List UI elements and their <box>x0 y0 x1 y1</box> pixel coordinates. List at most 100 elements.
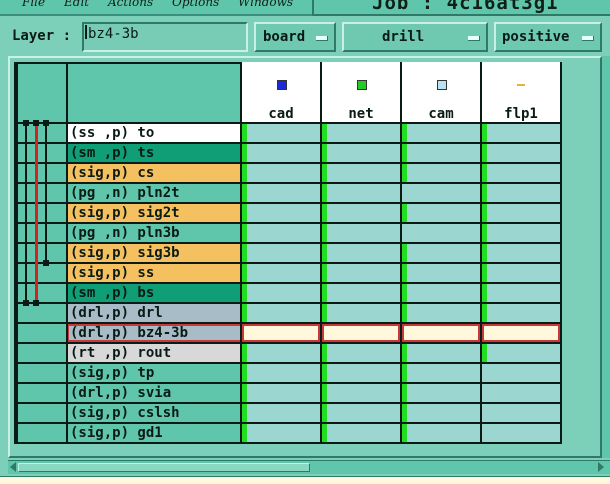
matrix-cell[interactable] <box>322 204 400 222</box>
matrix-cell[interactable] <box>242 244 320 262</box>
matrix-cell[interactable] <box>402 284 480 302</box>
layer-name-cell[interactable]: (sig,p) sig2t <box>67 204 244 222</box>
scroll-left-icon[interactable] <box>10 462 16 472</box>
matrix-cell[interactable] <box>322 424 400 442</box>
matrix-cell[interactable] <box>242 324 320 342</box>
matrix-cell[interactable] <box>402 124 480 142</box>
matrix-cell[interactable] <box>242 364 320 382</box>
matrix-cell[interactable] <box>322 384 400 402</box>
matrix-cell[interactable] <box>242 404 320 422</box>
matrix-cell[interactable] <box>402 364 480 382</box>
matrix-cell[interactable] <box>482 424 560 442</box>
matrix-cell[interactable] <box>242 424 320 442</box>
matrix-cell[interactable] <box>482 364 560 382</box>
column-header[interactable]: net <box>322 62 400 122</box>
matrix-cell[interactable] <box>402 144 480 162</box>
matrix-cell[interactable] <box>322 364 400 382</box>
scroll-right-icon[interactable] <box>598 462 604 472</box>
grid-line <box>16 142 562 144</box>
layer-active-marker <box>322 364 327 382</box>
layer-name-cell[interactable]: (sig,p) gd1 <box>67 424 244 442</box>
matrix-cell[interactable] <box>242 224 320 242</box>
layer-name-cell[interactable]: (sm ,p) ts <box>67 144 244 162</box>
matrix-cell[interactable] <box>482 244 560 262</box>
matrix-cell[interactable] <box>322 304 400 322</box>
matrix-cell[interactable] <box>242 264 320 282</box>
layer-name-cell[interactable]: (drl,p) drl <box>67 304 244 322</box>
matrix-cell[interactable] <box>482 264 560 282</box>
matrix-cell[interactable] <box>482 284 560 302</box>
grid-line <box>16 182 562 184</box>
matrix-cell[interactable] <box>322 404 400 422</box>
layer-name-cell[interactable]: (pg ,n) pln2t <box>67 184 244 202</box>
matrix-cell[interactable] <box>242 164 320 182</box>
layer-name-cell[interactable]: (sig,p) cs <box>67 164 244 182</box>
matrix-cell[interactable] <box>322 164 400 182</box>
vertical-scrollbar[interactable] <box>602 56 610 458</box>
matrix-cell[interactable] <box>402 424 480 442</box>
matrix-cell[interactable] <box>242 184 320 202</box>
matrix-cell[interactable] <box>482 304 560 322</box>
layer-input[interactable]: bz4-3b <box>82 22 248 52</box>
matrix-cell[interactable] <box>322 324 400 342</box>
matrix-cell[interactable] <box>402 164 480 182</box>
layer-name-cell[interactable]: (ss ,p) to <box>67 124 244 142</box>
board-dropdown[interactable]: board <box>254 22 336 52</box>
matrix-cell[interactable] <box>402 324 480 342</box>
layer-name-cell[interactable]: (sig,p) sig3b <box>67 244 244 262</box>
matrix-cell[interactable] <box>402 304 480 322</box>
menu-edit[interactable]: Edit <box>64 0 89 9</box>
matrix-cell[interactable] <box>322 124 400 142</box>
horizontal-scroll-thumb[interactable] <box>18 463 310 472</box>
matrix-cell[interactable] <box>322 144 400 162</box>
menu-file[interactable]: File <box>22 0 45 9</box>
matrix-cell[interactable] <box>402 264 480 282</box>
matrix-cell[interactable] <box>322 244 400 262</box>
matrix-cell[interactable] <box>242 284 320 302</box>
matrix-cell[interactable] <box>402 344 480 362</box>
matrix-cell[interactable] <box>482 204 560 222</box>
column-header[interactable]: flp1 <box>482 62 560 122</box>
column-header[interactable]: cad <box>242 62 320 122</box>
matrix-cell[interactable] <box>402 404 480 422</box>
matrix-cell[interactable] <box>242 124 320 142</box>
matrix-cell[interactable] <box>482 404 560 422</box>
matrix-cell[interactable] <box>482 224 560 242</box>
matrix-cell[interactable] <box>482 184 560 202</box>
matrix-cell[interactable] <box>482 124 560 142</box>
matrix-cell[interactable] <box>322 224 400 242</box>
matrix-cell[interactable] <box>322 264 400 282</box>
layer-name-cell[interactable]: (pg ,n) pln3b <box>67 224 244 242</box>
drill-dropdown[interactable]: drill <box>342 22 488 52</box>
matrix-cell[interactable] <box>242 344 320 362</box>
matrix-cell[interactable] <box>482 344 560 362</box>
layer-name-cell[interactable]: (sig,p) cslsh <box>67 404 244 422</box>
matrix-cell[interactable] <box>482 164 560 182</box>
matrix-cell[interactable] <box>322 284 400 302</box>
matrix-cell[interactable] <box>482 324 560 342</box>
matrix-cell[interactable] <box>402 184 480 202</box>
matrix-cell[interactable] <box>402 384 480 402</box>
layer-name-cell[interactable]: (sm ,p) bs <box>67 284 244 302</box>
matrix-cell[interactable] <box>402 244 480 262</box>
matrix-cell[interactable] <box>482 144 560 162</box>
layer-name-cell[interactable]: (drl,p) bz4-3b <box>67 324 244 342</box>
matrix-cell[interactable] <box>482 384 560 402</box>
matrix-cell[interactable] <box>242 144 320 162</box>
matrix-cell[interactable] <box>402 224 480 242</box>
matrix-cell[interactable] <box>322 184 400 202</box>
menu-windows[interactable]: Windows <box>238 0 293 9</box>
matrix-cell[interactable] <box>322 344 400 362</box>
polarity-dropdown[interactable]: positive <box>494 22 602 52</box>
matrix-cell[interactable] <box>242 384 320 402</box>
matrix-cell[interactable] <box>402 204 480 222</box>
layer-name-cell[interactable]: (drl,p) svia <box>67 384 244 402</box>
menu-options[interactable]: Options <box>172 0 219 9</box>
menu-actions[interactable]: Actions <box>108 0 153 9</box>
layer-name-cell[interactable]: (rt ,p) rout <box>67 344 244 362</box>
matrix-cell[interactable] <box>242 304 320 322</box>
column-header[interactable]: cam <box>402 62 480 122</box>
layer-name-cell[interactable]: (sig,p) tp <box>67 364 244 382</box>
layer-name-cell[interactable]: (sig,p) ss <box>67 264 244 282</box>
matrix-cell[interactable] <box>242 204 320 222</box>
